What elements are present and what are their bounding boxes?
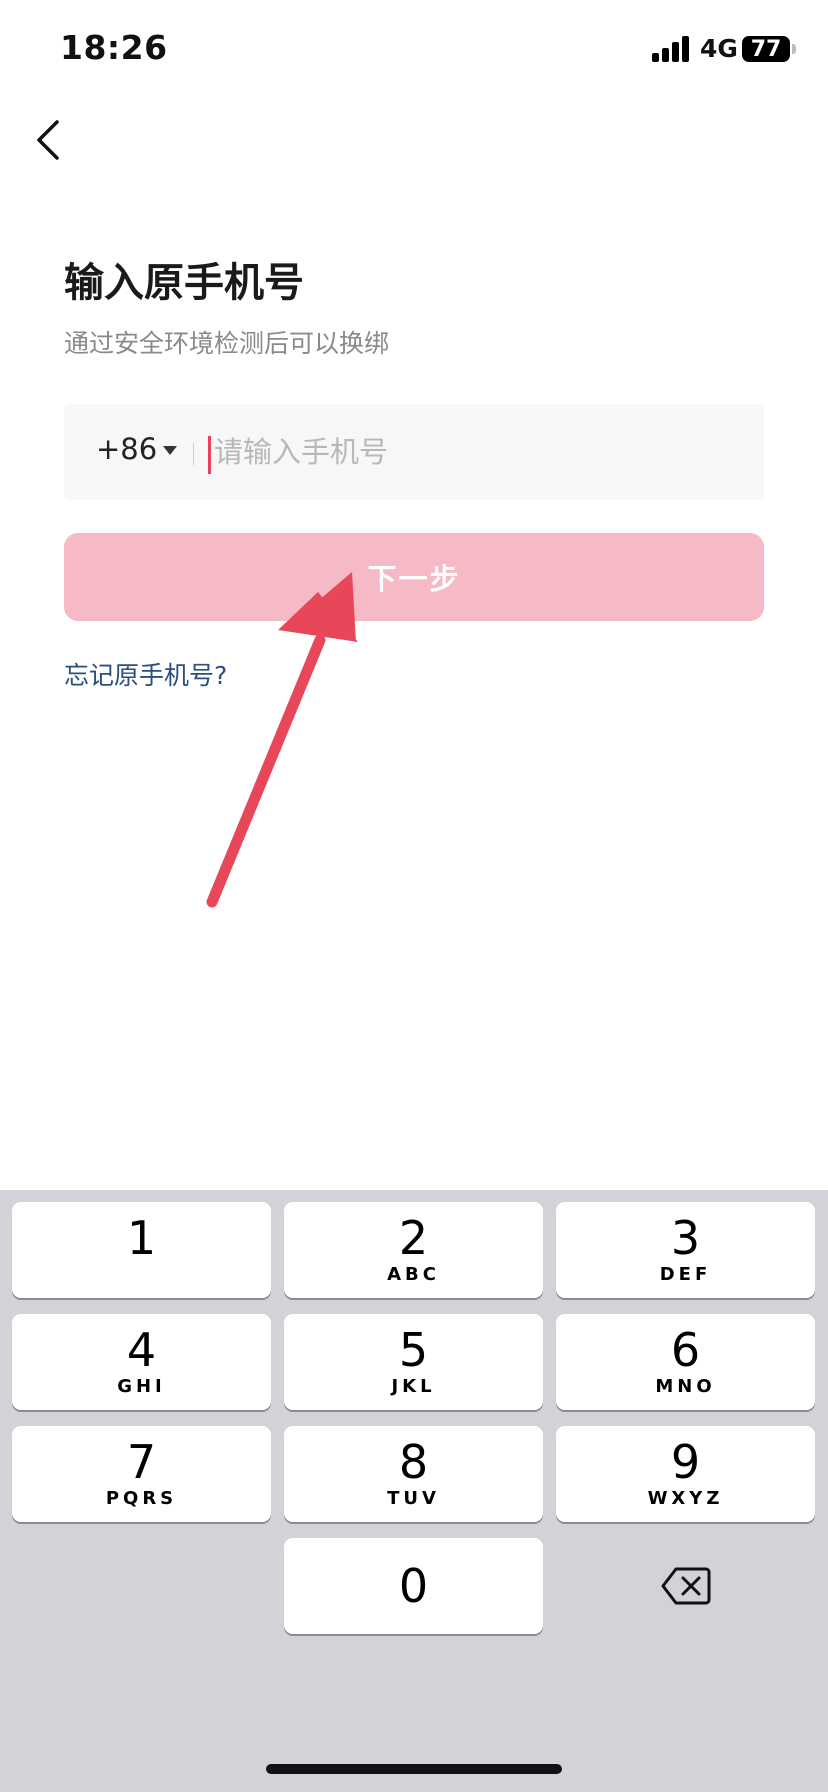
page-title: 输入原手机号 <box>64 260 304 306</box>
key-letters: MNO <box>655 1376 716 1397</box>
key-letters: WXYZ <box>647 1488 724 1509</box>
text-cursor <box>208 436 211 474</box>
delete-left-icon <box>661 1567 710 1605</box>
key-digit: 1 <box>126 1211 157 1265</box>
key-digit: 8 <box>398 1435 429 1489</box>
key-letters: DEF <box>659 1264 712 1285</box>
divider <box>193 443 194 465</box>
backspace-key[interactable] <box>556 1538 815 1634</box>
key-2[interactable]: 2 ABC <box>284 1202 543 1298</box>
key-letters: GHI <box>117 1376 166 1397</box>
phone-number-input[interactable] <box>214 426 734 478</box>
key-1[interactable]: 1 <box>12 1202 271 1298</box>
battery-level: 77 <box>750 36 782 62</box>
key-0[interactable]: 0 <box>284 1538 543 1634</box>
back-button[interactable] <box>28 118 68 162</box>
key-9[interactable]: 9 WXYZ <box>556 1426 815 1522</box>
key-digit: 7 <box>126 1435 157 1489</box>
battery-nub <box>792 44 796 54</box>
page-subtitle: 通过安全环境检测后可以换绑 <box>64 329 390 358</box>
key-3[interactable]: 3 DEF <box>556 1202 815 1298</box>
key-digit: 2 <box>398 1211 429 1265</box>
country-code-selector[interactable]: +86 <box>96 432 157 466</box>
home-indicator[interactable] <box>266 1764 562 1774</box>
key-digit: 6 <box>670 1323 701 1377</box>
key-letters: JKL <box>391 1376 436 1397</box>
key-7[interactable]: 7 PQRS <box>12 1426 271 1522</box>
cellular-signal-icon <box>652 36 689 62</box>
key-8[interactable]: 8 TUV <box>284 1426 543 1522</box>
key-digit: 3 <box>670 1211 701 1265</box>
key-5[interactable]: 5 JKL <box>284 1314 543 1410</box>
key-digit: 9 <box>670 1435 701 1489</box>
numeric-keyboard: 1 2 ABC 3 DEF 4 GHI 5 JKL 6 MNO 7 PQRS 8… <box>0 1190 828 1792</box>
key-digit: 5 <box>398 1323 429 1377</box>
key-4[interactable]: 4 GHI <box>12 1314 271 1410</box>
chevron-left-icon <box>37 120 59 160</box>
key-digit: 4 <box>126 1323 157 1377</box>
key-letters: ABC <box>387 1264 440 1285</box>
key-6[interactable]: 6 MNO <box>556 1314 815 1410</box>
annotation-arrow-icon <box>206 572 358 908</box>
network-type: 4G <box>700 34 738 63</box>
key-letters: PQRS <box>105 1488 178 1509</box>
status-time: 18:26 <box>60 28 168 67</box>
key-digit: 0 <box>398 1559 429 1613</box>
key-letters: TUV <box>387 1488 440 1509</box>
next-step-button[interactable]: 下一步 <box>64 533 764 621</box>
caret-down-icon[interactable] <box>163 446 177 455</box>
battery-icon: 77 <box>742 36 790 62</box>
